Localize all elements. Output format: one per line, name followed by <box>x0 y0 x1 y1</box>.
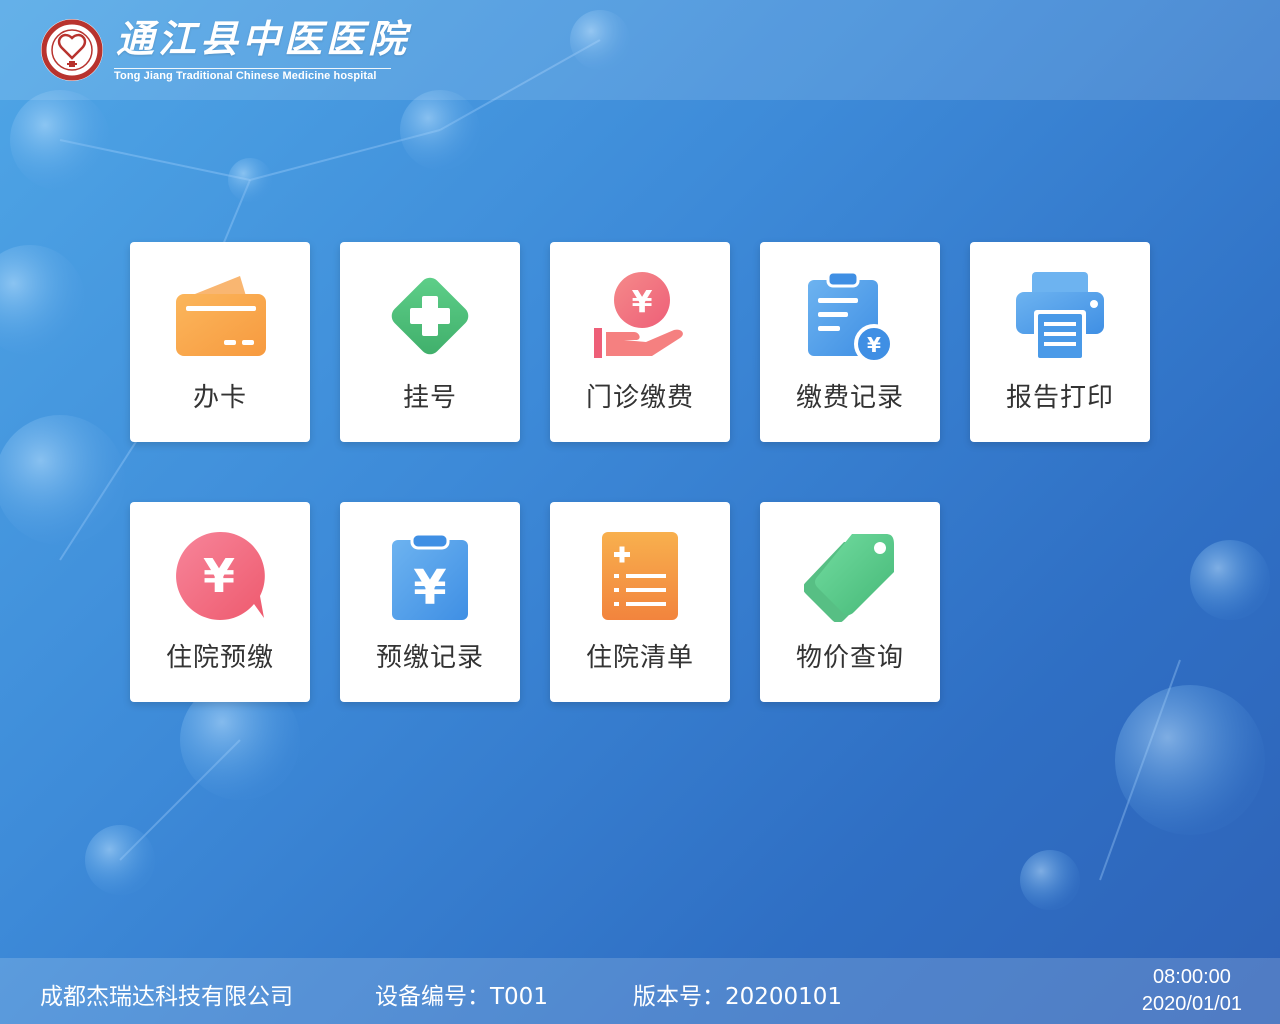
menu-tile-inpatient-list[interactable]: 住院清单 <box>550 502 730 702</box>
menu-tile-label: 门诊缴费 <box>585 383 694 413</box>
hand-yuan-icon: ¥ <box>594 272 683 358</box>
menu-tile-payment-record[interactable]: ¥ 缴费记录 <box>760 242 940 442</box>
version-number: 20200101 <box>725 984 843 1010</box>
printer-icon <box>1016 272 1104 360</box>
menu-tile-label: 住院预缴 <box>165 643 274 673</box>
menu-tile-label: 住院清单 <box>585 643 694 673</box>
menu-tile-label: 缴费记录 <box>795 383 904 413</box>
footer-bar: 成都杰瑞达科技有限公司 设备编号：T001 版本号：20200101 08:00… <box>0 958 1280 1024</box>
list-icon <box>602 532 678 620</box>
device-label: 设备编号： <box>375 984 490 1010</box>
price-tag-icon <box>804 534 894 622</box>
menu-tile-report-print[interactable]: 报告打印 <box>970 242 1150 442</box>
menu-tile-outpatient-payment[interactable]: ¥ 门诊缴费 <box>550 242 730 442</box>
company-name: 成都杰瑞达科技有限公司 <box>40 984 293 1010</box>
hospital-name-english: Tong Jiang Traditional Chinese Medicine … <box>114 68 391 82</box>
card-icon <box>176 276 266 356</box>
menu-tile-label: 办卡 <box>192 383 247 413</box>
clock-time: 08:00:00 <box>1153 966 1231 988</box>
menu-tile-price-query[interactable]: 物价查询 <box>760 502 940 702</box>
menu-tile-label: 挂号 <box>402 383 457 413</box>
clock: 08:00:00 2020/01/01 <box>1142 964 1242 1018</box>
menu-tile-label: 预缴记录 <box>375 643 484 673</box>
clipboard-yuan-icon: ¥ <box>392 532 468 620</box>
yuan-bubble-icon: ¥ <box>176 531 265 620</box>
menu-tile-label: 物价查询 <box>795 643 904 673</box>
menu-tile-card[interactable]: 办卡 <box>130 242 310 442</box>
svg-text:¥: ¥ <box>867 333 881 357</box>
hospital-logo-icon <box>41 19 103 81</box>
medical-cross-icon <box>391 277 469 355</box>
version-info: 版本号：20200101 <box>633 977 842 1011</box>
svg-text:¥: ¥ <box>413 560 446 616</box>
svg-text:¥: ¥ <box>632 285 653 320</box>
header-bar: 通江县中医医院 Tong Jiang Traditional Chinese M… <box>0 0 1280 100</box>
menu-tile-inpatient-prepay[interactable]: ¥ 住院预缴 <box>130 502 310 702</box>
menu-tile-register[interactable]: 挂号 <box>340 242 520 442</box>
version-label: 版本号： <box>633 984 725 1010</box>
payment-record-icon: ¥ <box>808 270 894 362</box>
device-id: T001 <box>490 984 548 1010</box>
hospital-name: 通江县中医医院 <box>116 16 411 61</box>
device-info: 设备编号：T001 <box>375 977 548 1011</box>
menu-tile-label: 报告打印 <box>1005 383 1114 413</box>
menu-tile-prepay-record[interactable]: ¥ 预缴记录 <box>340 502 520 702</box>
clock-date: 2020/01/01 <box>1141 993 1242 1015</box>
svg-text:¥: ¥ <box>203 549 235 603</box>
